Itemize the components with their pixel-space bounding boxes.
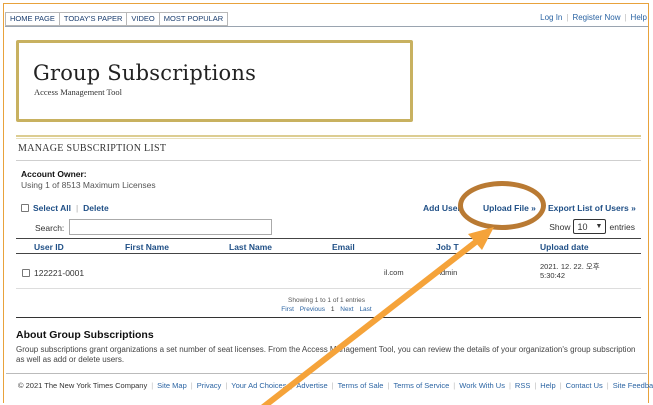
column-header-job-title[interactable]: Job T	[436, 242, 459, 252]
separator: |	[331, 381, 334, 390]
pagination-last[interactable]: Last	[359, 306, 371, 313]
nav-tab-most-popular[interactable]: MOST POPULAR	[158, 12, 229, 26]
about-divider	[16, 317, 641, 318]
separator: |	[151, 381, 154, 390]
pagination-first[interactable]: First	[281, 306, 294, 313]
column-header-first-name[interactable]: First Name	[125, 242, 169, 252]
about-text: Group subscriptions grant organizations …	[16, 345, 636, 364]
footer-link-advertise[interactable]: Advertise	[296, 381, 327, 390]
select-all-link[interactable]: Select All	[33, 203, 71, 213]
search-label: Search:	[35, 223, 65, 233]
footer-divider	[6, 373, 647, 374]
separator: |	[566, 13, 569, 22]
footer-link-privacy[interactable]: Privacy	[197, 381, 222, 390]
entries-suffix: entries	[609, 221, 635, 232]
footer: © 2021 The New York Times Company | Site…	[18, 381, 653, 390]
footer-link-site-feedback[interactable]: Site Feedback	[613, 381, 653, 390]
separator: |	[453, 381, 456, 390]
entries-value: 10	[577, 221, 588, 232]
footer-link-contact-us[interactable]: Contact Us	[566, 381, 603, 390]
row-divider	[16, 288, 641, 289]
column-header-upload-date[interactable]: Upload date	[540, 242, 589, 252]
section-title: MANAGE SUBSCRIPTION LIST	[18, 143, 167, 154]
column-header-last-name[interactable]: Last Name	[229, 242, 272, 252]
footer-link-ad-choices[interactable]: Your Ad Choices	[231, 381, 286, 390]
delete-link[interactable]: Delete	[83, 203, 109, 213]
about-title: About Group Subscriptions	[16, 329, 154, 341]
separator: |	[508, 381, 511, 390]
search-input[interactable]	[69, 219, 272, 235]
separator: |	[624, 13, 627, 22]
account-links: Log In | Register Now | Help	[540, 13, 647, 22]
account-owner-label: Account Owner:	[21, 169, 87, 179]
register-now-link[interactable]: Register Now	[572, 13, 620, 22]
separator: |	[534, 381, 537, 390]
add-user-link[interactable]: Add User	[423, 203, 461, 213]
cell-user-id: 122221-0001	[34, 268, 85, 278]
export-users-link[interactable]: Export List of Users »	[548, 203, 636, 213]
nav-tab-todays-paper[interactable]: TODAY'S PAPER	[58, 12, 127, 26]
banner-title: Group Subscriptions	[33, 61, 257, 85]
show-label: Show	[549, 221, 571, 232]
pagination-previous[interactable]: Previous	[300, 306, 325, 313]
separator: |	[290, 381, 293, 390]
chevron-down-icon: ▼	[595, 223, 603, 230]
pagination-info: Showing 1 to 1 of 1 entries	[288, 297, 365, 304]
cell-email: il.com	[384, 268, 404, 277]
nav-divider	[5, 26, 648, 27]
footer-link-help[interactable]: Help	[540, 381, 555, 390]
separator: |	[606, 381, 609, 390]
row-checkbox[interactable]	[22, 269, 30, 277]
license-usage-text: Using 1 of 8513 Maximum Licenses	[21, 180, 156, 190]
log-in-link[interactable]: Log In	[540, 13, 562, 22]
section-divider	[16, 160, 641, 161]
separator: |	[75, 203, 79, 213]
pagination-current-page[interactable]: 1	[331, 306, 335, 313]
column-header-email[interactable]: Email	[332, 242, 355, 252]
footer-link-site-map[interactable]: Site Map	[157, 381, 187, 390]
column-header-user-id[interactable]: User ID	[34, 242, 64, 252]
banner-divider	[16, 135, 641, 139]
footer-link-work-with-us[interactable]: Work With Us	[459, 381, 505, 390]
separator: |	[190, 381, 193, 390]
table-header: User ID First Name Last Name Email Job T…	[16, 238, 641, 254]
banner-subtitle: Access Management Tool	[34, 87, 123, 97]
nav-tab-video[interactable]: VIDEO	[126, 12, 159, 26]
cell-job-title: Admin	[436, 268, 458, 277]
footer-link-rss[interactable]: RSS	[515, 381, 530, 390]
pagination: First Previous 1 Next Last	[0, 306, 653, 313]
footer-link-terms-of-service[interactable]: Terms of Service	[393, 381, 449, 390]
pagination-next[interactable]: Next	[340, 306, 353, 313]
separator: |	[387, 381, 390, 390]
entries-control: Show 10 ▼ entries	[549, 219, 635, 234]
footer-link-terms-of-sale[interactable]: Terms of Sale	[338, 381, 384, 390]
separator: |	[559, 381, 562, 390]
nav-tab-home[interactable]: HOME PAGE	[5, 12, 59, 26]
help-link[interactable]: Help	[631, 13, 647, 22]
top-nav: HOME PAGE TODAY'S PAPER VIDEO MOST POPUL…	[5, 12, 229, 26]
highlight-circle	[458, 181, 546, 230]
table-row: 122221-0001 il.com Admin 2021. 12. 22. 오…	[16, 256, 641, 286]
separator: |	[225, 381, 228, 390]
entries-select[interactable]: 10 ▼	[573, 219, 607, 234]
bulk-actions: Select All | Delete	[21, 203, 109, 213]
select-all-checkbox[interactable]	[21, 204, 29, 212]
cell-upload-time: 5:30:42	[540, 271, 566, 280]
page-banner: Group Subscriptions Access Management To…	[16, 40, 413, 122]
copyright: © 2021 The New York Times Company	[18, 381, 148, 390]
